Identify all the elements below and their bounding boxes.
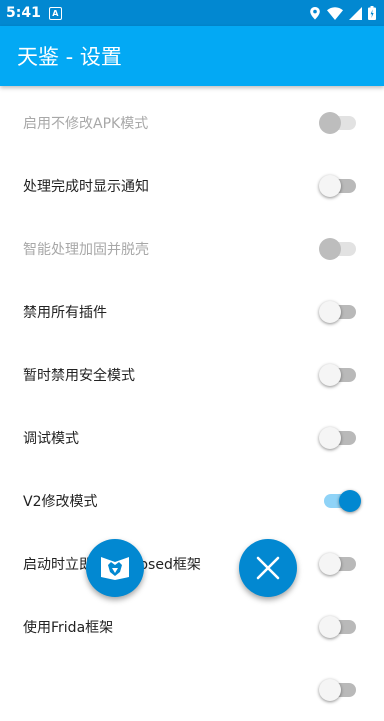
setting-row[interactable]: 处理完成时显示通知 — [0, 154, 384, 217]
app-bar: 天鉴 - 设置 — [0, 26, 384, 86]
setting-toggle[interactable] — [319, 678, 358, 701]
setting-row[interactable]: 启用不修改APK模式 — [0, 91, 384, 154]
setting-toggle[interactable] — [319, 111, 358, 134]
setting-row[interactable]: 智能处理加固并脱壳 — [0, 217, 384, 280]
toggle-thumb — [319, 111, 341, 134]
toggle-thumb — [339, 489, 361, 512]
setting-row[interactable]: 暂时禁用安全模式 — [0, 343, 384, 406]
setting-row[interactable]: 启动时立即加载Xposed框架 — [0, 532, 384, 595]
notification-icon: A — [48, 6, 62, 20]
toggle-thumb — [319, 552, 341, 575]
setting-label: 暂时禁用安全模式 — [23, 367, 135, 384]
setting-toggle[interactable] — [319, 426, 358, 449]
page-title: 天鉴 - 设置 — [17, 45, 122, 69]
setting-toggle[interactable] — [319, 363, 358, 386]
settings-list: 启用不修改APK模式 处理完成时显示通知 智能处理加固并脱壳 禁用所有插件 暂时… — [0, 91, 384, 721]
toggle-thumb — [319, 678, 341, 701]
toggle-thumb — [319, 615, 341, 638]
close-icon — [256, 556, 280, 580]
toggle-thumb — [319, 237, 341, 260]
setting-row[interactable]: 使用Frida框架 — [0, 595, 384, 658]
battery-icon — [368, 6, 376, 20]
setting-toggle[interactable] — [319, 174, 358, 197]
setting-row[interactable]: V2修改模式 — [0, 469, 384, 532]
setting-label: 调试模式 — [23, 430, 79, 447]
status-bar: 5:41 A — [0, 0, 384, 26]
toggle-thumb — [319, 426, 341, 449]
close-fab[interactable] — [239, 539, 297, 597]
setting-row-partial — [0, 658, 384, 721]
toggle-thumb — [319, 300, 341, 323]
setting-label: V2修改模式 — [23, 493, 98, 510]
location-icon — [310, 7, 320, 20]
setting-toggle[interactable] — [319, 615, 358, 638]
cell-signal-icon — [349, 6, 362, 20]
setting-row[interactable]: 禁用所有插件 — [0, 280, 384, 343]
setting-toggle[interactable] — [319, 552, 358, 575]
setting-toggle[interactable] — [319, 300, 358, 323]
status-time: 5:41 — [6, 5, 41, 21]
setting-label: 使用Frida框架 — [23, 619, 114, 636]
fox-book-fab[interactable] — [86, 539, 144, 597]
toggle-thumb — [319, 174, 341, 197]
wifi-icon — [327, 6, 343, 20]
toggle-thumb — [319, 363, 341, 386]
setting-label: 智能处理加固并脱壳 — [23, 241, 149, 258]
setting-toggle[interactable] — [322, 489, 361, 512]
setting-toggle[interactable] — [319, 237, 358, 260]
setting-label: 禁用所有插件 — [23, 304, 107, 321]
setting-label: 处理完成时显示通知 — [23, 178, 149, 195]
fox-book-icon — [101, 557, 129, 580]
setting-row[interactable]: 调试模式 — [0, 406, 384, 469]
setting-label: 启用不修改APK模式 — [23, 115, 149, 132]
